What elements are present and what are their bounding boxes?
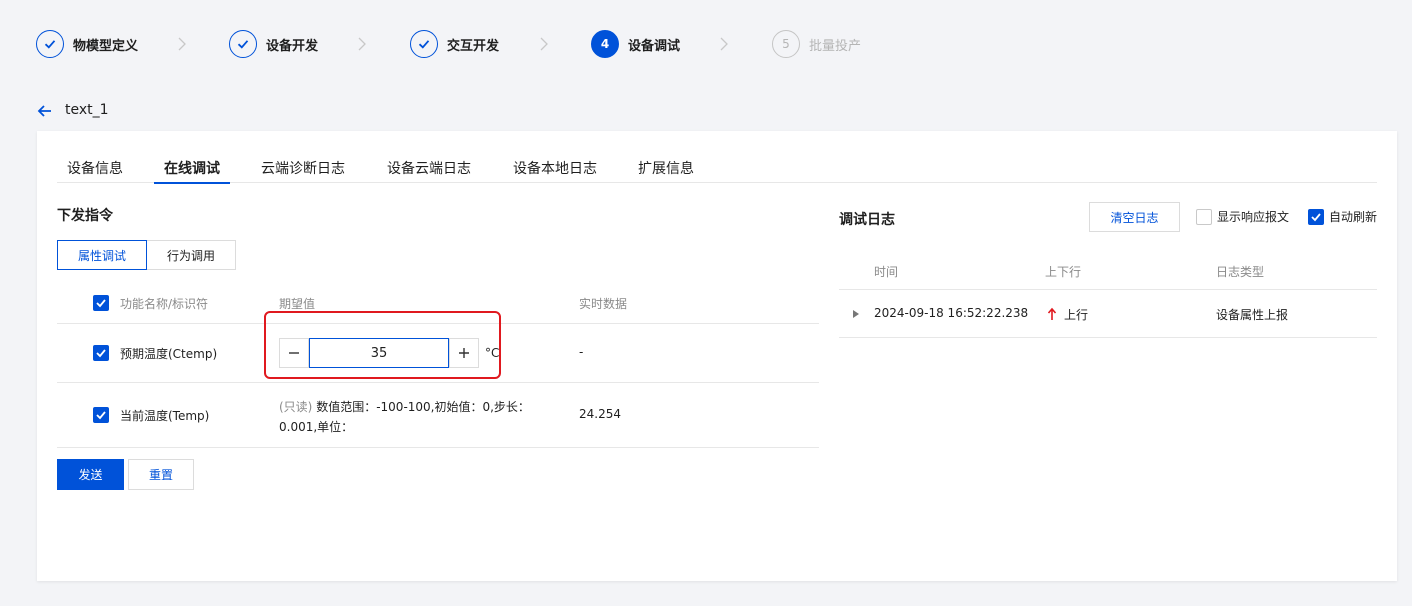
readonly-tag: (只读) [279, 400, 313, 414]
step-3[interactable]: 交互开发 [410, 30, 499, 58]
clear-log-button[interactable]: 清空日志 [1089, 202, 1180, 232]
step-4[interactable]: 4 设备调试 [591, 30, 680, 58]
property-name: 当前温度(Temp) [120, 409, 210, 423]
command-section-title: 下发指令 [57, 208, 113, 224]
divider [57, 323, 819, 324]
tab-online-debug[interactable]: 在线调试 [154, 158, 230, 184]
action-call-button[interactable]: 行为调用 [147, 240, 237, 270]
step-label: 设备开发 [266, 38, 319, 54]
realtime-value: - [579, 345, 584, 359]
column-name: 功能名称/标识符 [120, 297, 209, 311]
row-checkbox[interactable] [93, 345, 109, 361]
tab-extended-info[interactable]: 扩展信息 [638, 158, 694, 183]
log-column-time: 时间 [874, 265, 899, 279]
column-expected-value: 期望值 [279, 297, 316, 311]
property-description: (只读) 数值范围：-100-100,初始值：0,步长：0.001,单位： [279, 397, 534, 437]
step-5[interactable]: 5 批量投产 [772, 30, 861, 58]
show-response-label: 显示响应报文 [1217, 210, 1290, 224]
debug-mode-switch: 属性调试 行为调用 [57, 240, 237, 270]
auto-refresh-option[interactable]: 自动刷新 [1308, 208, 1377, 225]
back-arrow-icon[interactable] [36, 102, 54, 120]
property-debug-button[interactable]: 属性调试 [57, 240, 148, 270]
step-2[interactable]: 设备开发 [229, 30, 318, 58]
value-stepper: °C [279, 338, 499, 368]
show-response-checkbox[interactable] [1196, 208, 1212, 225]
chevron-right-icon [178, 37, 186, 51]
plus-icon [459, 348, 469, 358]
minus-icon [289, 352, 299, 354]
auto-refresh-label: 自动刷新 [1329, 210, 1378, 224]
send-button[interactable]: 发送 [57, 459, 124, 490]
check-icon [410, 30, 438, 58]
chevron-right-icon [720, 37, 728, 51]
unit-label: °C [485, 346, 500, 360]
divider [57, 447, 819, 448]
step-label: 物模型定义 [73, 38, 139, 54]
row-checkbox[interactable] [93, 407, 109, 423]
step-1[interactable]: 物模型定义 [36, 30, 138, 58]
step-label: 批量投产 [809, 38, 862, 54]
step-label: 设备调试 [628, 38, 681, 54]
tab-device-cloud-log[interactable]: 设备云端日志 [387, 158, 471, 183]
log-column-direction: 上下行 [1045, 265, 1082, 279]
log-time: 2024-09-18 16:52:22.238 [874, 306, 1029, 320]
check-icon [36, 30, 64, 58]
realtime-value: 24.254 [579, 407, 621, 421]
divider [839, 337, 1377, 338]
tab-device-info[interactable]: 设备信息 [67, 158, 123, 183]
column-realtime-data: 实时数据 [579, 297, 628, 311]
page-title: text_1 [65, 102, 109, 118]
step-number: 4 [591, 30, 619, 58]
log-type: 设备属性上报 [1216, 308, 1289, 322]
expected-value-input[interactable] [309, 338, 449, 368]
step-number: 5 [772, 30, 800, 58]
chevron-right-icon [358, 37, 366, 51]
debug-card: 设备信息 在线调试 云端诊断日志 设备云端日志 设备本地日志 扩展信息 下发指令… [37, 131, 1397, 581]
divider [57, 382, 819, 383]
property-name: 预期温度(Ctemp) [120, 347, 218, 361]
divider [839, 289, 1377, 290]
tab-bar: 设备信息 在线调试 云端诊断日志 设备云端日志 设备本地日志 扩展信息 [57, 153, 1377, 184]
log-section-title: 调试日志 [839, 212, 895, 228]
log-direction: 上行 [1064, 308, 1089, 322]
check-icon [229, 30, 257, 58]
decrement-button[interactable] [279, 338, 309, 368]
step-label: 交互开发 [447, 38, 500, 54]
select-all-checkbox[interactable] [93, 295, 109, 311]
auto-refresh-checkbox[interactable] [1308, 208, 1324, 225]
expand-caret-icon[interactable] [852, 309, 860, 319]
up-arrow-icon [1047, 307, 1057, 320]
chevron-right-icon [540, 37, 548, 51]
increment-button[interactable] [449, 338, 479, 368]
reset-button[interactable]: 重置 [128, 459, 194, 490]
show-response-option[interactable]: 显示响应报文 [1196, 208, 1289, 225]
log-column-type: 日志类型 [1216, 265, 1265, 279]
range-description: 数值范围：-100-100,初始值：0,步长：0.001,单位： [279, 400, 530, 434]
tab-cloud-diagnosis-log[interactable]: 云端诊断日志 [261, 158, 345, 183]
tab-device-local-log[interactable]: 设备本地日志 [513, 158, 597, 183]
